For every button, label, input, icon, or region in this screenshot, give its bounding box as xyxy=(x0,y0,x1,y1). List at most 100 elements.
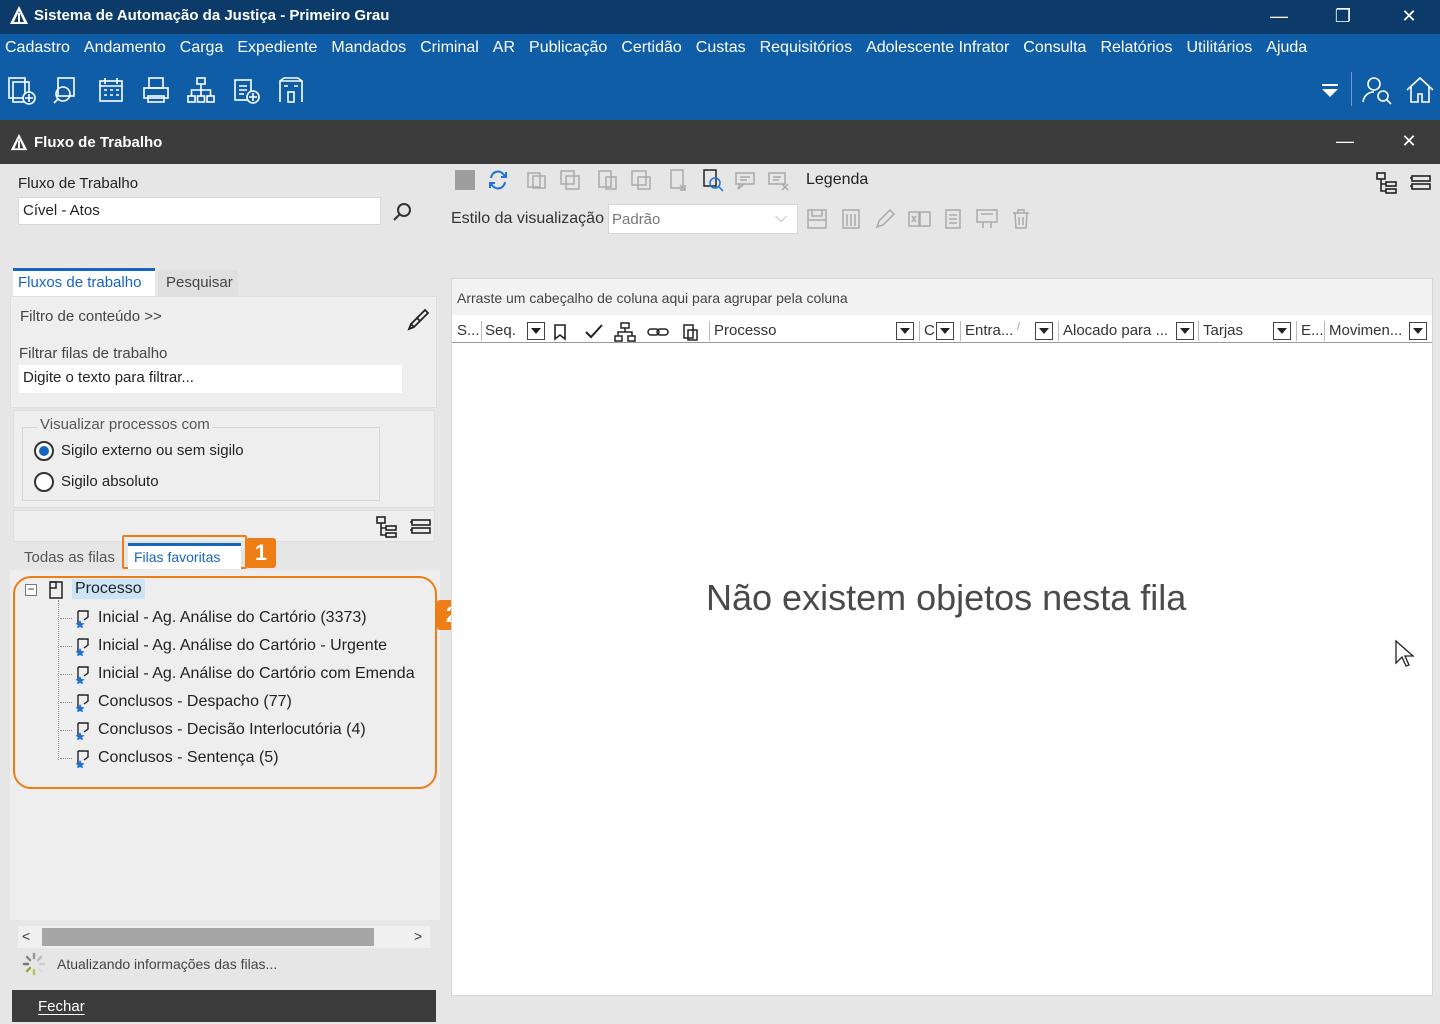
rename-view-icon[interactable] xyxy=(906,206,932,232)
column-header-c[interactable]: C xyxy=(924,319,935,343)
column-header-tarjas[interactable]: Tarjas xyxy=(1203,319,1243,343)
menu-carga[interactable]: Carga xyxy=(180,34,224,62)
scroll-left-icon[interactable]: < xyxy=(22,928,30,944)
menu-requisitorios[interactable]: Requisitórios xyxy=(760,34,852,62)
menu-criminal[interactable]: Criminal xyxy=(420,34,479,62)
column-header-processo[interactable]: Processo xyxy=(714,319,777,343)
radio-absolute-secrecy[interactable] xyxy=(34,472,54,492)
menu-adolescente-infrator[interactable]: Adolescente Infrator xyxy=(866,34,1009,62)
column-filter-dropdown[interactable] xyxy=(1273,322,1291,340)
search-icon[interactable] xyxy=(392,201,414,223)
tree-item[interactable]: Inicial - Ag. Análise do Cartório (3373) xyxy=(60,608,367,628)
paste-icon[interactable] xyxy=(595,167,621,193)
minimize-window-button[interactable]: — xyxy=(1254,0,1304,34)
close-workflow-button[interactable]: ✕ xyxy=(1384,125,1434,159)
column-header-status[interactable]: S... xyxy=(457,319,480,343)
minimize-workflow-button[interactable]: — xyxy=(1320,125,1370,159)
expand-tree-icon[interactable] xyxy=(374,514,400,540)
column-header-seq[interactable]: Seq. xyxy=(485,319,516,343)
clear-filter-icon[interactable] xyxy=(407,307,431,331)
hierarchy-column-icon[interactable] xyxy=(614,322,636,342)
dropdown-menu-icon[interactable] xyxy=(1312,72,1348,108)
menu-cadastro[interactable]: Cadastro xyxy=(5,34,70,62)
content-filter-toggle[interactable]: Filtro de conteúdo >> xyxy=(20,308,162,325)
menu-certidao[interactable]: Certidão xyxy=(621,34,681,62)
legend-button[interactable]: Legenda xyxy=(806,171,868,189)
comment-icon[interactable] xyxy=(732,167,758,193)
select-all-icon[interactable] xyxy=(455,170,475,190)
check-column-icon[interactable] xyxy=(584,323,604,341)
duplicate-icon[interactable] xyxy=(557,167,583,193)
delete-view-icon[interactable] xyxy=(1008,206,1034,232)
menu-utilitarios[interactable]: Utilitários xyxy=(1186,34,1252,62)
expand-tree-icon[interactable] xyxy=(1374,170,1400,196)
collapse-tree-icon[interactable] xyxy=(408,514,434,540)
menu-ar[interactable]: AR xyxy=(493,34,515,62)
bookmark-column-icon[interactable] xyxy=(552,323,568,341)
refresh-icon[interactable] xyxy=(485,167,511,193)
user-search-icon[interactable] xyxy=(1358,72,1394,108)
column-header-movimento[interactable]: Movimen... xyxy=(1329,319,1402,343)
column-filter-dropdown[interactable] xyxy=(1035,322,1053,340)
horizontal-scrollbar[interactable]: < > xyxy=(18,926,430,948)
view-list-icon[interactable] xyxy=(940,206,966,232)
document-search-icon[interactable] xyxy=(699,167,725,193)
column-filter-dropdown[interactable] xyxy=(896,322,914,340)
columns-icon[interactable] xyxy=(838,206,864,232)
edit-pencil-icon[interactable] xyxy=(872,206,898,232)
column-header-entrada[interactable]: Entra... xyxy=(965,319,1013,343)
close-window-button[interactable]: ✕ xyxy=(1384,0,1434,34)
document-add-icon[interactable] xyxy=(228,72,264,108)
building-icon[interactable] xyxy=(273,72,309,108)
group-by-area[interactable]: Arraste um cabeçalho de coluna aqui para… xyxy=(452,279,1432,315)
menu-publicacao[interactable]: Publicação xyxy=(529,34,607,62)
tab-workflows[interactable]: Fluxos de trabalho xyxy=(13,268,155,296)
scroll-right-icon[interactable]: > xyxy=(414,928,422,944)
tab-search[interactable]: Pesquisar xyxy=(158,270,238,296)
calendar-icon[interactable] xyxy=(93,72,129,108)
attachment-column-icon[interactable] xyxy=(680,322,700,342)
new-process-icon[interactable] xyxy=(3,72,39,108)
flow-select-field[interactable]: Cível - Atos xyxy=(18,197,381,225)
comment-remove-icon[interactable] xyxy=(765,167,791,193)
search-process-icon[interactable] xyxy=(48,72,84,108)
menu-expediente[interactable]: Expediente xyxy=(237,34,317,62)
menu-andamento[interactable]: Andamento xyxy=(84,34,166,62)
printer-icon[interactable] xyxy=(138,72,174,108)
restore-window-button[interactable]: ❐ xyxy=(1318,0,1368,34)
org-chart-icon[interactable] xyxy=(183,72,219,108)
filter-queues-input[interactable]: Digite o texto para filtrar... xyxy=(19,365,402,393)
column-header-e[interactable]: E... xyxy=(1301,319,1324,343)
menu-ajuda[interactable]: Ajuda xyxy=(1266,34,1307,62)
tree-item[interactable]: Inicial - Ag. Análise do Cartório com Em… xyxy=(60,664,415,684)
home-icon[interactable] xyxy=(1402,72,1438,108)
save-copy-icon[interactable] xyxy=(628,167,654,193)
column-filter-dropdown[interactable] xyxy=(527,322,545,340)
close-button[interactable]: Fechar xyxy=(12,990,436,1022)
link-column-icon[interactable] xyxy=(647,323,669,341)
tree-item[interactable]: Inicial - Ag. Análise do Cartório - Urge… xyxy=(60,636,387,656)
tab-all-queues[interactable]: Todas as filas xyxy=(24,549,115,566)
tab-favorite-queues[interactable]: Filas favoritas xyxy=(128,543,241,569)
save-view-icon[interactable] xyxy=(804,206,830,232)
collapse-node-icon[interactable]: − xyxy=(25,583,37,596)
column-header-alocado[interactable]: Alocado para ... xyxy=(1063,319,1168,343)
menu-mandados[interactable]: Mandados xyxy=(331,34,406,62)
column-filter-dropdown[interactable] xyxy=(1409,322,1427,340)
column-filter-dropdown[interactable] xyxy=(1176,322,1194,340)
view-export-icon[interactable] xyxy=(974,206,1000,232)
tree-root-process[interactable]: Processo xyxy=(72,579,145,599)
column-filter-dropdown[interactable] xyxy=(936,322,954,340)
scrollbar-thumb[interactable] xyxy=(42,928,374,946)
tree-item[interactable]: Conclusos - Despacho (77) xyxy=(60,692,292,712)
view-style-select[interactable]: Padrão ⌵ xyxy=(608,204,798,234)
document-export-icon[interactable] xyxy=(666,167,692,193)
tree-item[interactable]: Conclusos - Sentença (5) xyxy=(60,748,279,768)
menu-custas[interactable]: Custas xyxy=(696,34,746,62)
menu-consulta[interactable]: Consulta xyxy=(1023,34,1086,62)
copy-to-icon[interactable] xyxy=(524,167,550,193)
collapse-tree-icon[interactable] xyxy=(1408,170,1434,196)
tree-item[interactable]: Conclusos - Decisão Interlocutória (4) xyxy=(60,720,366,740)
menu-relatorios[interactable]: Relatórios xyxy=(1100,34,1172,62)
radio-external-secrecy[interactable] xyxy=(34,441,54,461)
